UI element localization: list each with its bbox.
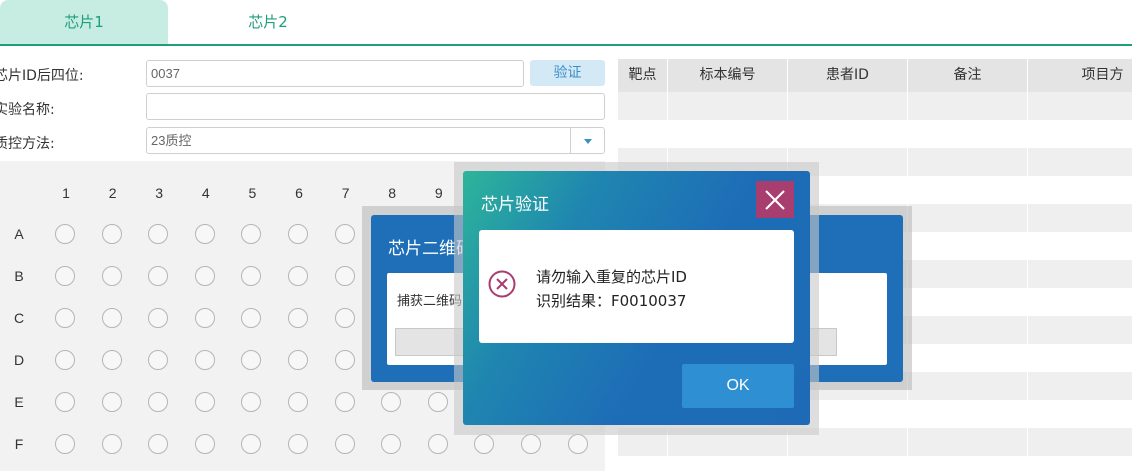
plate-well[interactable] [288, 308, 308, 328]
plate-well[interactable] [567, 434, 588, 454]
plate-well[interactable] [334, 308, 355, 328]
table-row[interactable] [618, 456, 1132, 471]
plate-well[interactable] [427, 434, 448, 454]
plate-well[interactable] [334, 350, 355, 370]
plate-row-header: D [13, 352, 25, 368]
tab-bar: 芯片1 芯片2 [0, 0, 1132, 46]
close-icon [765, 190, 785, 210]
table-row[interactable] [618, 120, 1132, 148]
plate-well[interactable] [521, 434, 541, 454]
table-header: 靶点 标本编号 患者ID 备注 项目方 [618, 59, 1132, 92]
plate-well[interactable] [55, 392, 75, 412]
plate-column-header: 1 [62, 185, 70, 201]
experiment-name-input[interactable] [146, 93, 605, 120]
plate-well[interactable] [101, 350, 122, 370]
plate-column-header: 7 [341, 185, 350, 201]
plate-row-header: A [14, 226, 24, 242]
plate-column-header: 6 [295, 185, 303, 201]
plate-column-header: 4 [201, 185, 210, 201]
plate-well[interactable] [288, 392, 308, 412]
plate-well[interactable] [288, 266, 308, 286]
plate-well[interactable] [194, 350, 215, 370]
plate-well[interactable] [427, 392, 448, 412]
table-row[interactable] [618, 92, 1132, 120]
plate-well[interactable] [55, 308, 75, 328]
verify-dialog-body: 请勿输入重复的芯片ID 识别结果：F0010037 [479, 230, 794, 343]
ok-button[interactable]: OK [682, 364, 794, 408]
plate-well[interactable] [101, 308, 122, 328]
table-column-divider [1027, 92, 1028, 471]
experiment-name-label: 实验名称: [0, 102, 55, 118]
plate-well[interactable] [334, 434, 355, 454]
table-header-patient-id: 患者ID [787, 59, 907, 92]
plate-well[interactable] [101, 434, 122, 454]
plate-well[interactable] [101, 224, 122, 244]
plate-well[interactable] [55, 224, 75, 244]
verify-button[interactable]: 验证 [530, 60, 605, 86]
plate-column-header: 2 [108, 185, 117, 201]
plate-well[interactable] [194, 224, 215, 244]
plate-well[interactable] [194, 308, 215, 328]
table-header-target: 靶点 [628, 67, 657, 83]
error-message: 请勿输入重复的芯片ID [536, 268, 687, 286]
plate-row-header: F [14, 436, 24, 452]
plate-row-header: E [14, 394, 24, 410]
plate-column-header: 8 [388, 185, 397, 201]
qc-method-value: 23质控 [151, 133, 192, 148]
table-header-project: 项目方 [1027, 59, 1132, 92]
plate-well[interactable] [334, 392, 355, 412]
plate-column-header: 5 [248, 185, 257, 201]
plate-well[interactable] [288, 434, 308, 454]
verify-dialog-title: 芯片验证 [481, 195, 549, 215]
qc-method-select[interactable]: 23质控 [146, 127, 605, 154]
qr-capture-label: 捕获二维码 [397, 294, 463, 309]
table-header-remark: 备注 [907, 59, 1027, 92]
plate-well[interactable] [334, 224, 355, 244]
chevron-down-icon[interactable] [570, 128, 604, 153]
tab-chip-1[interactable]: 芯片1 [0, 0, 168, 44]
plate-well[interactable] [194, 434, 215, 454]
plate-well[interactable] [194, 266, 215, 286]
recognition-result: 识别结果：F0010037 [536, 292, 687, 310]
plate-well[interactable] [334, 266, 355, 286]
chip-id-input[interactable]: 0037 [146, 60, 524, 87]
plate-well[interactable] [288, 350, 308, 370]
plate-column-header: 9 [434, 185, 443, 201]
plate-well[interactable] [194, 392, 215, 412]
chip-id-label: 芯片ID后四位: [0, 68, 84, 84]
error-circle-x-icon [488, 270, 516, 298]
table-header-sample-number: 标本编号 [667, 59, 787, 92]
plate-well[interactable] [55, 266, 75, 286]
plate-well[interactable] [55, 350, 75, 370]
plate-well[interactable] [101, 392, 122, 412]
plate-well[interactable] [288, 224, 308, 244]
verify-dialog: 芯片验证 请勿输入重复的芯片ID 识别结果：F0010037 OK [463, 171, 810, 425]
close-button[interactable] [756, 181, 794, 218]
plate-row-header: B [14, 268, 24, 284]
qc-method-label: 质控方法: [0, 136, 55, 152]
plate-well[interactable] [55, 434, 75, 454]
plate-row-header: C [13, 310, 25, 326]
plate-column-header: 3 [155, 185, 164, 201]
plate-well[interactable] [101, 266, 122, 286]
tab-chip-2[interactable]: 芯片2 [178, 0, 358, 44]
